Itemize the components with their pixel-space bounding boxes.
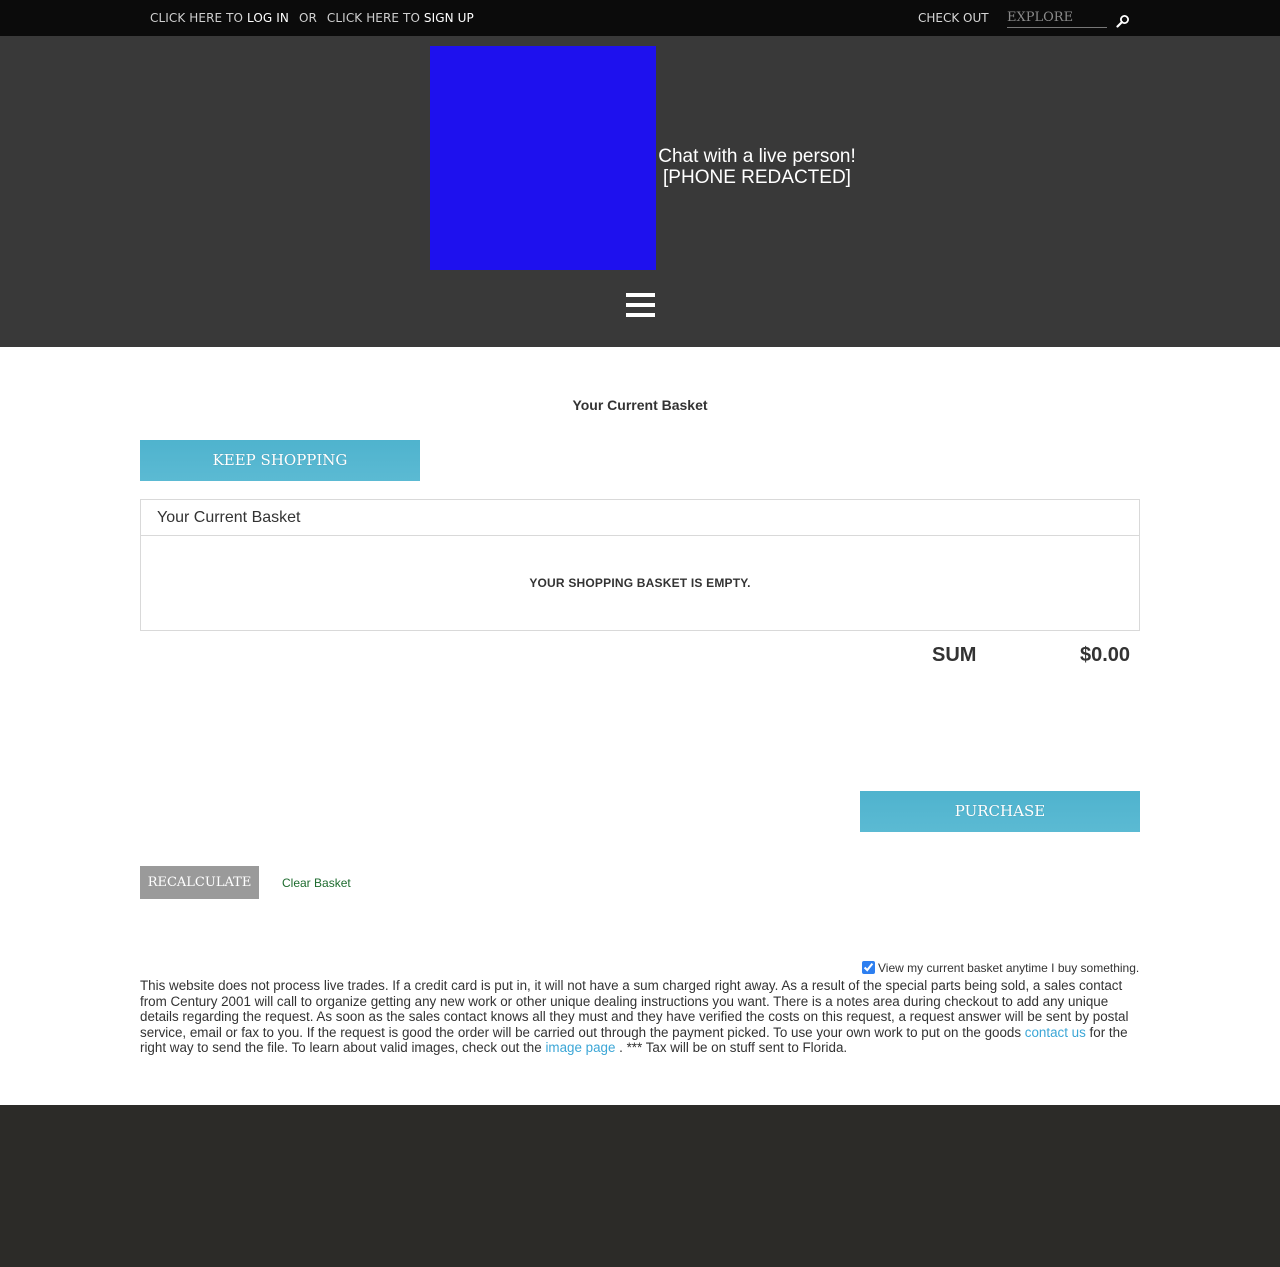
top-bar: CLICK HERE TO LOG IN OR CLICK HERE TO SIGN…: [0, 0, 1280, 36]
sum-label: SUM: [932, 644, 977, 666]
keep-shopping-button[interactable]: KEEP SHOPPING: [140, 440, 420, 481]
view-basket-label: View my current basket anytime I buy som…: [878, 961, 1140, 975]
login-link[interactable]: CLICK HERE TO LOG IN: [150, 11, 289, 25]
basket-panel: Your Current Basket YOUR SHOPPING BASKET…: [140, 499, 1140, 631]
contact-us-link[interactable]: contact us: [1025, 1025, 1086, 1040]
view-basket-option[interactable]: View my current basket anytime I buy som…: [862, 961, 1139, 975]
signup-link[interactable]: CLICK HERE TO SIGN UP: [327, 11, 474, 25]
hamburger-menu-icon[interactable]: [626, 293, 655, 317]
recalculate-button[interactable]: RECALCULATE: [140, 866, 259, 899]
phone-number: [PHONE REDACTED]: [663, 167, 851, 188]
image-page-link[interactable]: image page: [545, 1040, 615, 1055]
or-separator: OR: [298, 11, 317, 25]
disclaimer-text: This website does not process live trade…: [140, 978, 1140, 1056]
checkout-link[interactable]: CHECK OUT: [918, 11, 989, 25]
purchase-button[interactable]: PURCHASE: [860, 791, 1140, 832]
disclaimer-part-3: . *** Tax will be on stuff sent to Flori…: [615, 1040, 848, 1056]
sum-value: $0.00: [1080, 644, 1131, 666]
site-footer: [0, 1105, 1280, 1267]
disclaimer-part-1: This website does not process live trade…: [140, 978, 1129, 1040]
account-links: CLICK HERE TO LOG IN OR CLICK HERE TO SIGN…: [150, 11, 474, 25]
live-chat-callout[interactable]: Chat with a live person! [PHONE REDACTED…: [657, 146, 857, 188]
empty-basket-message: YOUR SHOPPING BASKET IS EMPTY.: [529, 576, 751, 590]
login-label: LOG IN: [247, 11, 289, 25]
view-basket-checkbox[interactable]: [862, 961, 875, 974]
login-prefix: CLICK HERE TO: [150, 11, 247, 25]
page-title: Your Current Basket: [572, 397, 708, 413]
signup-label: SIGN UP: [423, 11, 474, 25]
signup-prefix: CLICK HERE TO: [326, 11, 424, 25]
site-header: Chat with a live person! [PHONE REDACTED…: [0, 36, 1280, 347]
clear-basket-link[interactable]: Clear Basket: [282, 876, 351, 890]
search-icon[interactable]: [1116, 14, 1130, 28]
search-input[interactable]: [1007, 8, 1107, 28]
site-logo[interactable]: [430, 46, 656, 270]
basket-panel-title: Your Current Basket: [141, 500, 1139, 536]
chat-text: Chat with a live person!: [658, 146, 856, 167]
